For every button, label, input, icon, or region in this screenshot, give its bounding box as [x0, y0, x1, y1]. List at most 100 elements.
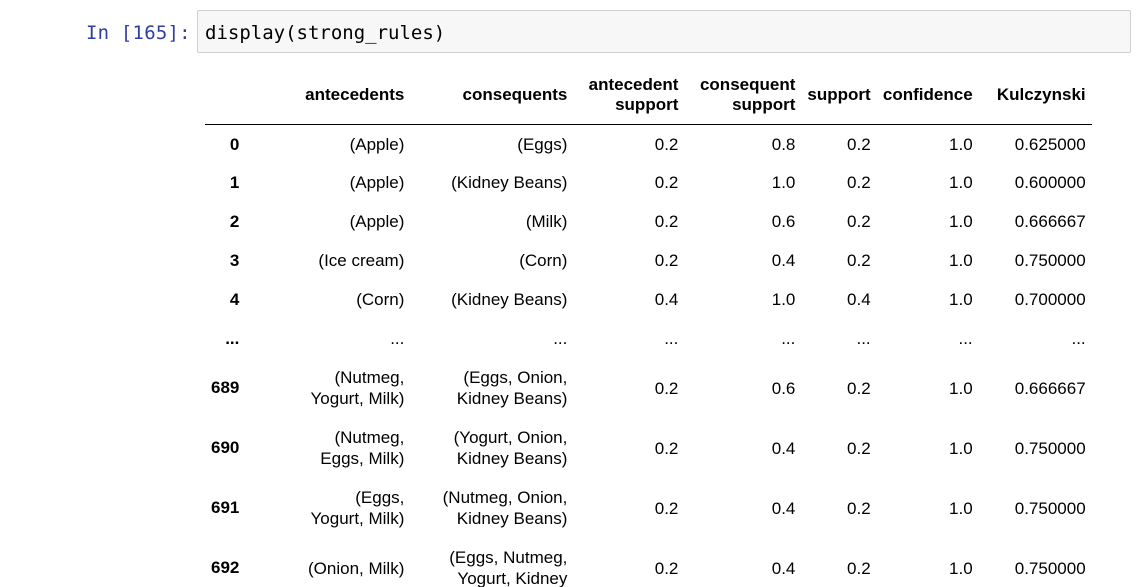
antecedents-text-line: (Eggs,: [355, 488, 405, 507]
antecedents-cell: (Eggs, Yogurt, Milk): [245, 478, 410, 538]
antecedents-cell: (Onion, Milk): [245, 538, 410, 587]
consequents-text-line: (Milk): [525, 212, 568, 231]
code-input-cell[interactable]: display(strong_rules): [197, 10, 1131, 53]
consequents-header: consequents: [410, 66, 574, 125]
table-row: 689 (Nutmeg, Yogurt, Milk) (Eggs, Onion, Kid…: [205, 358, 1092, 418]
antecedents-cell: (Ice cream): [245, 241, 410, 280]
input-prompt: In [165]:: [86, 22, 191, 44]
antecedents-text-line: Yogurt, Milk): [310, 389, 405, 408]
consequents-cell: (Milk): [410, 202, 573, 241]
table-row: 691 (Eggs, Yogurt, Milk) (Nutmeg, Onion, Kid…: [205, 478, 1092, 538]
row-index: 689: [211, 378, 240, 397]
consequents-cell: (Eggs, Onion, Kidney Beans): [410, 358, 573, 418]
antecedent-support-cell: 0.2: [654, 498, 679, 518]
antecedent-support-cell: ...: [664, 329, 679, 348]
consequents-text-line: (Eggs, Nutmeg,: [449, 548, 568, 567]
confidence-cell: 1.0: [949, 498, 973, 518]
antecedent-support-header-line2: support: [615, 94, 679, 114]
kulczynski-cell: 0.750000: [1014, 498, 1086, 518]
row-index: 690: [211, 438, 240, 457]
antecedents-cell: (Nutmeg, Eggs, Milk): [245, 418, 410, 478]
consequents-header-line1: consequents: [462, 84, 568, 104]
consequent-support-cell: 0.4: [771, 558, 796, 578]
consequents-cell: (Eggs): [410, 124, 573, 163]
antecedents-text-line: Eggs, Milk): [320, 449, 405, 468]
consequent-support-cell: 0.6: [771, 378, 796, 398]
antecedents-text-line: Yogurt, Milk): [310, 509, 405, 528]
table-row: 2 (Apple) (Milk) 0.2 0.6 0.2 1.0 0.666667: [205, 202, 1092, 241]
consequent-support-header-line2: support: [732, 94, 796, 114]
consequent-support-cell: 0.8: [771, 135, 796, 155]
confidence-header-line1: confidence: [882, 84, 973, 104]
row-index: 3: [229, 250, 240, 270]
support-cell: 0.2: [847, 251, 871, 270]
confidence-cell: 1.0: [949, 438, 973, 458]
consequents-cell: ...: [410, 319, 573, 358]
consequent-support-cell: 1.0: [771, 290, 796, 309]
consequents-cell: (Kidney Beans): [410, 280, 573, 319]
table-row: 3 (Ice cream) (Corn) 0.2 0.4 0.2 1.0 0.750000: [205, 241, 1092, 280]
dataframe-table: antecedents consequents antecedent support c…: [205, 66, 1092, 587]
table-row: 0 (Apple) (Eggs) 0.2 0.8 0.2 1.0 0.625000: [205, 124, 1092, 163]
antecedents-text-line: (Nutmeg,: [334, 368, 405, 387]
index-header: [205, 66, 246, 125]
table-header-row: antecedents consequents antecedent support c…: [205, 66, 1092, 125]
antecedents-header-line1: antecedents: [305, 84, 405, 104]
consequents-text-line: (Yogurt, Onion,: [453, 428, 568, 447]
support-cell: 0.2: [847, 498, 871, 518]
row-index: 1: [229, 172, 240, 192]
confidence-cell: 1.0: [949, 558, 973, 578]
consequents-cell: (Eggs, Nutmeg, Yogurt, Kidney: [410, 538, 573, 587]
confidence-cell: 1.0: [949, 378, 973, 398]
row-index: 0: [229, 134, 240, 154]
confidence-cell: 1.0: [949, 173, 973, 192]
support-cell: 0.2: [847, 378, 871, 398]
table-row: ........................: [205, 319, 1092, 358]
row-index: 692: [211, 558, 240, 577]
antecedent-support-header-line1: antecedent: [588, 74, 679, 94]
antecedents-text-line: (Nutmeg,: [334, 428, 405, 447]
antecedent-support-cell: 0.2: [654, 438, 679, 458]
kulczynski-cell: 0.750000: [1014, 251, 1086, 270]
kulczynski-header: Kulczynski: [978, 66, 1092, 125]
table-row: 1 (Apple) (Kidney Beans) 0.2 1.0 0.2 1.0 0.6000…: [205, 163, 1092, 202]
antecedents-text-line: (Apple): [349, 173, 405, 192]
confidence-cell: 1.0: [949, 290, 973, 309]
antecedents-header: antecedents: [245, 66, 411, 125]
support-cell: 0.2: [847, 438, 871, 458]
consequent-support-cell: 0.4: [771, 498, 796, 518]
row-index: 2: [229, 211, 240, 231]
code-text[interactable]: display(strong_rules): [205, 22, 445, 44]
row-index: 691: [211, 498, 240, 517]
support-cell: 0.2: [847, 135, 871, 155]
antecedents-cell: (Nutmeg, Yogurt, Milk): [245, 358, 410, 418]
kulczynski-header-line1: Kulczynski: [996, 84, 1086, 104]
consequents-text-line: (Eggs): [517, 135, 568, 155]
confidence-cell: 1.0: [949, 212, 973, 231]
antecedents-text-line: ...: [390, 329, 405, 348]
consequent-support-header: consequent support: [684, 66, 802, 125]
consequents-text-line: (Nutmeg, Onion,: [442, 488, 568, 507]
antecedent-support-cell: 0.4: [654, 290, 679, 309]
support-cell: ...: [856, 329, 871, 348]
kulczynski-cell: 0.666667: [1014, 212, 1086, 231]
confidence-cell: ...: [958, 329, 973, 348]
consequent-support-cell: ...: [781, 329, 796, 348]
antecedent-support-cell: 0.2: [654, 558, 679, 578]
kulczynski-cell: 0.700000: [1014, 290, 1086, 309]
consequent-support-cell: 0.4: [771, 438, 796, 458]
antecedents-text-line: (Ice cream): [318, 251, 405, 270]
consequents-text-line: (Corn): [519, 251, 568, 270]
antecedent-support-header: antecedent support: [573, 66, 685, 125]
consequents-cell: (Yogurt, Onion, Kidney Beans): [410, 418, 573, 478]
antecedents-cell: (Apple): [245, 163, 410, 202]
kulczynski-cell: 0.625000: [1014, 135, 1086, 155]
kulczynski-cell: 0.600000: [1014, 173, 1086, 192]
support-cell: 0.2: [847, 558, 871, 578]
antecedent-support-cell: 0.2: [654, 212, 679, 231]
kulczynski-cell: 0.750000: [1014, 558, 1086, 578]
antecedent-support-cell: 0.2: [654, 378, 679, 398]
consequents-text-line: Kidney Beans): [456, 389, 568, 408]
support-header-line1: support: [807, 84, 871, 104]
consequents-text-line: (Kidney Beans): [451, 173, 568, 192]
